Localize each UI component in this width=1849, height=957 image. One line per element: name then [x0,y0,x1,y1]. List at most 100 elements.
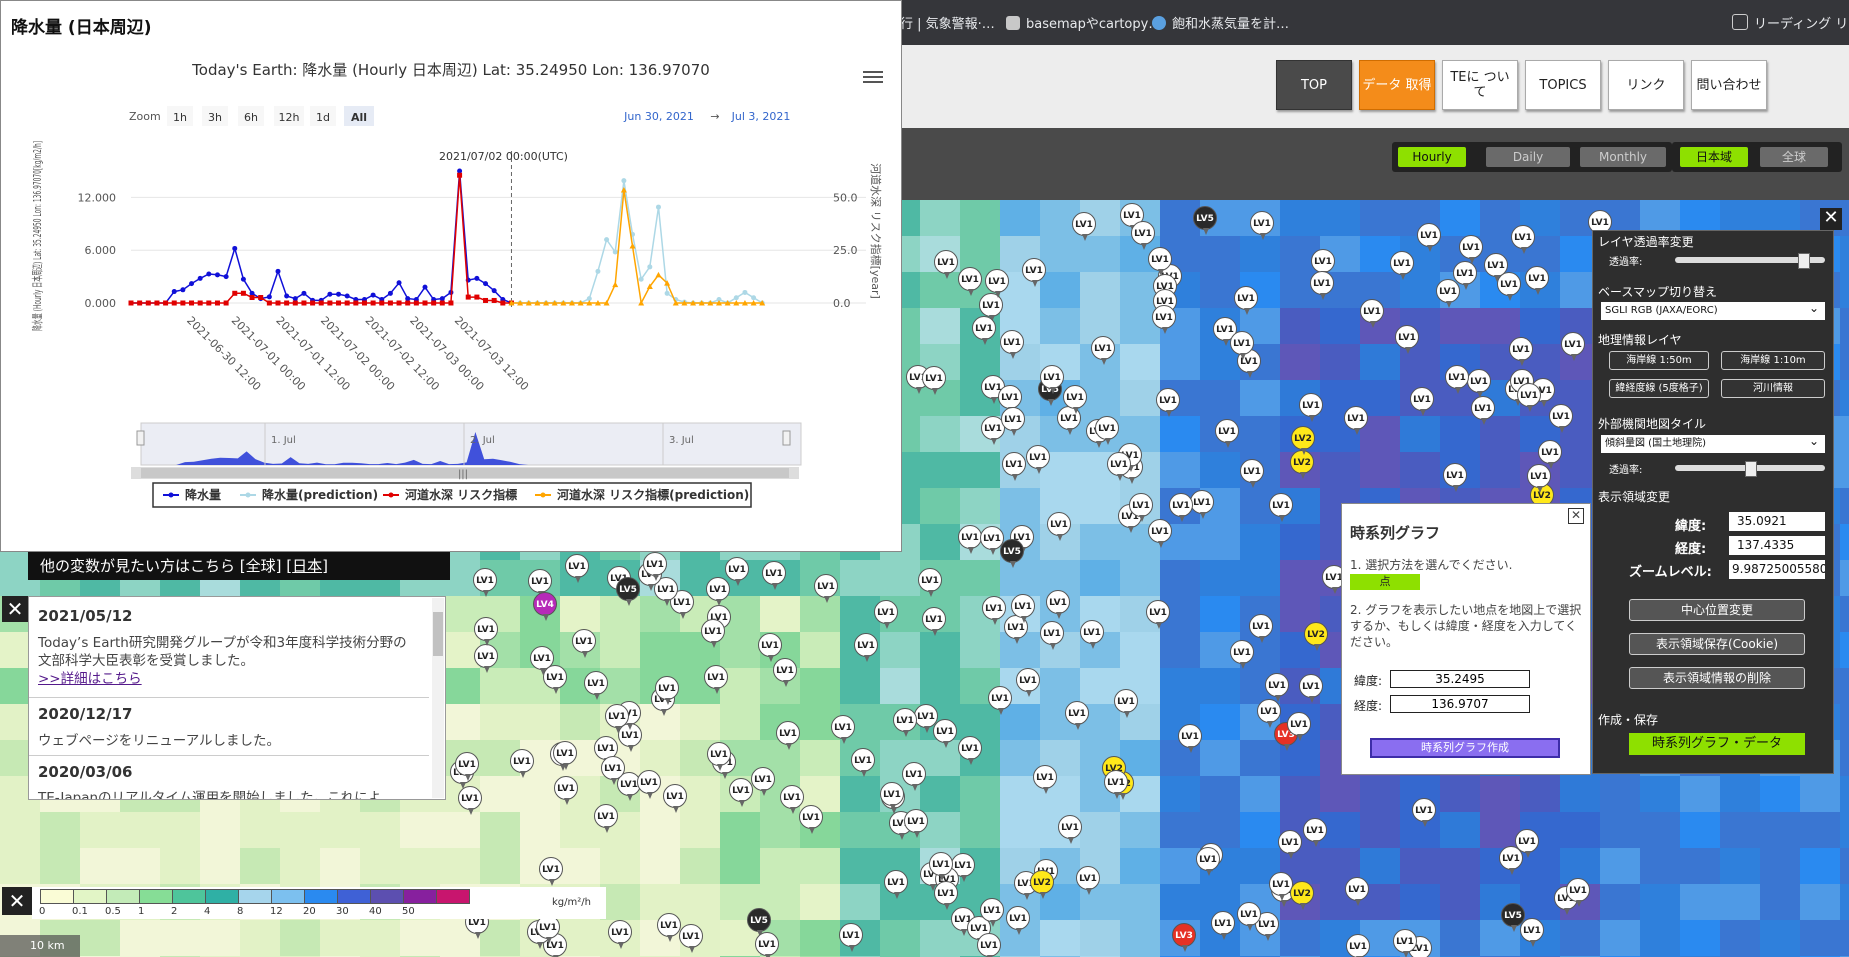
risk-marker-icon[interactable]: LV1 [1047,512,1071,541]
external-opacity-slider[interactable] [1675,461,1825,477]
risk-marker-icon[interactable]: LV1 [1467,369,1491,398]
risk-marker-icon[interactable]: LV1 [1417,223,1441,252]
risk-marker-icon[interactable]: LV1 [814,574,838,603]
risk-marker-icon[interactable]: LV1 [854,633,878,662]
risk-marker-icon[interactable]: LV1 [902,762,926,791]
risk-marker-icon[interactable]: LV1 [1234,286,1258,315]
risk-marker-icon[interactable]: LV1 [1395,325,1419,354]
save-view-button[interactable]: 表示領域保存(Cookie) [1629,633,1805,655]
risk-marker-icon[interactable]: LV1 [851,748,875,777]
legend-item[interactable]: 降水量(prediction) [262,487,378,502]
risk-marker-icon[interactable]: LV1 [1001,407,1025,436]
risk-marker-icon[interactable]: LV1 [1146,600,1170,629]
risk-marker-icon[interactable]: LV1 [1022,258,1046,287]
news-detail-link[interactable]: >>詳細はこちら [38,671,142,687]
japan-link[interactable]: 日本 [292,557,322,575]
nav-top-button[interactable]: TOP [1276,60,1352,110]
risk-marker-icon[interactable]: LV1 [1250,211,1274,240]
risk-marker-icon[interactable]: LV1 [1311,249,1335,278]
risk-marker-icon[interactable]: LV1 [1026,445,1050,474]
risk-marker-icon[interactable]: LV1 [1257,699,1281,728]
risk-marker-icon[interactable]: LV1 [1345,877,1369,906]
risk-marker-icon[interactable]: LV5 [616,577,640,606]
reading-list-button[interactable]: リーディング リスト [1732,13,1849,32]
risk-marker-icon[interactable]: LV1 [1152,305,1176,334]
risk-marker-icon[interactable]: LV1 [474,644,498,673]
navigator-handle[interactable] [136,430,145,446]
legend-item[interactable]: 降水量 [185,487,221,502]
risk-marker-icon[interactable]: LV1 [1002,452,1026,481]
nav-topics-button[interactable]: TOPICS [1525,60,1601,110]
risk-marker-icon[interactable]: LV1 [1240,459,1264,488]
create-timeseries-button[interactable]: 時系列グラフ作成 [1370,738,1560,758]
risk-marker-icon[interactable]: LV1 [934,881,958,910]
risk-marker-icon[interactable]: LV1 [1269,493,1293,522]
risk-marker-icon[interactable]: LV1 [934,250,958,279]
risk-marker-icon[interactable]: LV1 [762,561,786,590]
nav-about-button[interactable]: TEに ついて [1442,60,1518,110]
risk-marker-icon[interactable]: LV1 [758,633,782,662]
risk-marker-icon[interactable]: LV1 [1095,416,1119,445]
zoom-button-label[interactable]: All [351,111,367,124]
slider-handle[interactable] [1798,253,1811,269]
risk-marker-icon[interactable]: LV2 [1304,622,1328,651]
risk-marker-icon[interactable]: LV1 [663,784,687,813]
risk-marker-icon[interactable]: LV1 [874,600,898,629]
risk-marker-icon[interactable]: LV4 [533,592,557,621]
legend-item[interactable]: 河道水深 リスク指標 [404,487,517,502]
risk-marker-icon[interactable]: LV1 [601,756,625,785]
risk-marker-icon[interactable]: LV1 [1299,393,1323,422]
risk-marker-icon[interactable]: LV1 [1230,331,1254,360]
nav-data-button[interactable]: データ 取得 [1359,60,1435,110]
risk-marker-icon[interactable]: LV1 [1566,878,1590,907]
risk-marker-icon[interactable]: LV1 [1065,701,1089,730]
monthly-button[interactable]: Monthly [1580,147,1666,167]
risk-marker-icon[interactable]: LV1 [1436,279,1460,308]
risk-marker-icon[interactable]: LV1 [605,704,629,733]
risk-marker-icon[interactable]: LV1 [998,385,1022,414]
global-link[interactable]: 全球 [246,557,276,575]
risk-marker-icon[interactable]: LV1 [933,719,957,748]
risk-marker-icon[interactable]: LV1 [1360,299,1384,328]
risk-marker-icon[interactable]: LV1 [701,619,725,648]
river-info-button[interactable]: 河川情報 [1721,379,1825,398]
nav-contact-button[interactable]: 問い合わせ [1691,60,1767,110]
lat-input[interactable] [1390,670,1530,688]
risk-marker-icon[interactable]: LV1 [839,923,863,952]
risk-marker-icon[interactable]: LV1 [539,857,563,886]
legend-item[interactable]: 河道水深 リスク指標(prediction) [556,487,749,502]
risk-marker-icon[interactable]: LV1 [1549,404,1573,433]
nav-links-button[interactable]: リンク [1608,60,1684,110]
risk-marker-icon[interactable]: LV1 [755,932,779,957]
view-zoom-field[interactable]: 9.987250055808 [1729,560,1825,579]
risk-marker-icon[interactable]: LV1 [1393,929,1417,957]
risk-marker-icon[interactable]: LV1 [773,658,797,687]
center-position-button[interactable]: 中心位置変更 [1629,599,1805,621]
risk-marker-icon[interactable]: LV1 [725,557,749,586]
risk-marker-icon[interactable]: LV1 [958,267,982,296]
view-lon-field[interactable]: 137.4335 [1729,536,1825,555]
risk-marker-icon[interactable]: LV5 [747,908,771,937]
risk-marker-icon[interactable]: LV1 [528,569,552,598]
risk-marker-icon[interactable]: LV1 [1058,815,1082,844]
risk-marker-icon[interactable]: LV1 [751,767,775,796]
lon-input[interactable] [1390,695,1530,713]
news-scrollbar-thumb[interactable] [433,612,443,656]
risk-marker-icon[interactable]: LV1 [1303,818,1327,847]
zoom-button-label[interactable]: 3h [208,111,222,124]
risk-marker-icon[interactable]: LV1 [1040,621,1064,650]
risk-marker-icon[interactable]: LV1 [553,741,577,770]
zoom-button-label[interactable]: 1h [173,111,187,124]
risk-marker-icon[interactable]: LV1 [1237,902,1261,931]
layer-opacity-slider[interactable] [1675,253,1825,269]
risk-marker-icon[interactable]: LV1 [1131,221,1155,250]
risk-marker-icon[interactable]: LV1 [880,782,904,811]
close-icon[interactable]: ✕ [1820,208,1842,230]
risk-marker-icon[interactable]: LV1 [1561,332,1585,361]
hourly-button[interactable]: Hourly [1398,147,1466,167]
zoom-button-label[interactable]: 1d [316,111,330,124]
zoom-button-label[interactable]: 6h [244,111,258,124]
risk-marker-icon[interactable]: LV1 [958,525,982,554]
timeseries-data-button[interactable]: 時系列グラフ・データ [1629,733,1805,755]
risk-marker-icon[interactable]: LV1 [1538,440,1562,469]
